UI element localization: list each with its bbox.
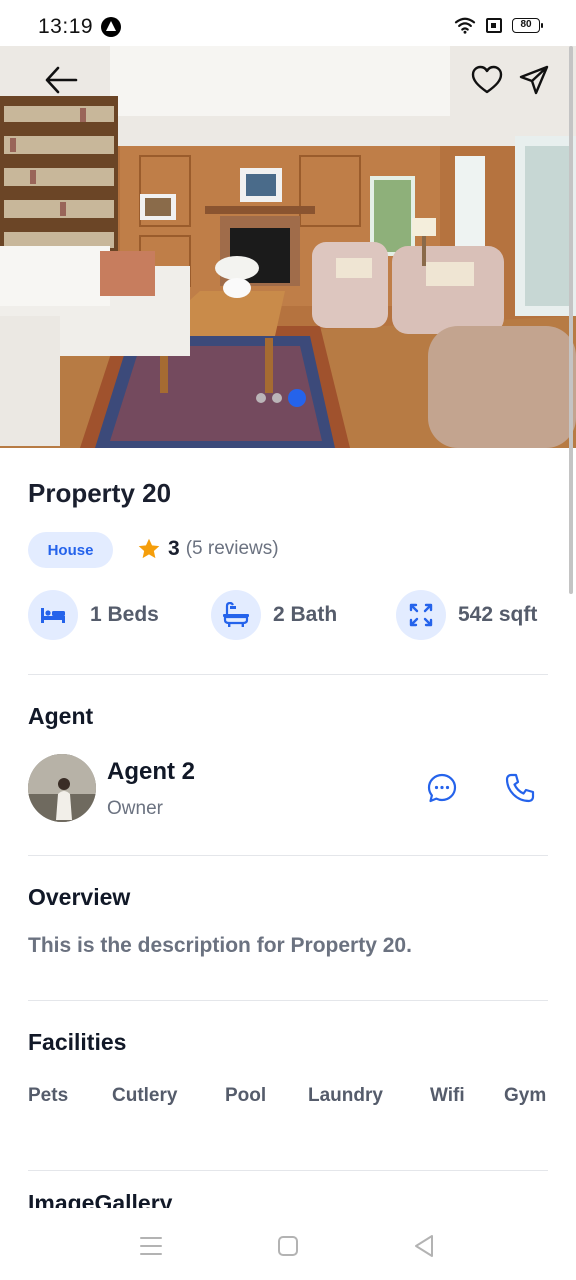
gallery-section: ImageGallery: [28, 1190, 328, 1208]
facility-item: Laundry: [308, 1085, 383, 1106]
baths-label: 2 Bath: [273, 603, 338, 626]
bathtub-icon: [211, 590, 261, 640]
star-icon: [138, 538, 160, 559]
menu-icon: [140, 1237, 162, 1255]
overview-section-title: Overview: [28, 884, 131, 910]
message-agent-button[interactable]: [424, 770, 460, 806]
avatar[interactable]: [28, 754, 96, 822]
area-spec: 542 sqft: [396, 590, 537, 640]
expand-icon: [396, 590, 446, 640]
carousel-dot[interactable]: [272, 393, 282, 403]
facility-item: Pool: [225, 1085, 267, 1106]
area-label: 542 sqft: [458, 603, 538, 626]
facility-item: Cutlery: [112, 1085, 178, 1106]
divider: [28, 674, 548, 675]
facility-item: Pets: [28, 1085, 69, 1106]
carousel-dot-active[interactable]: [288, 389, 306, 407]
beds-spec: 1 Beds: [28, 590, 159, 640]
bed-icon: [28, 590, 78, 640]
beds-label: 1 Beds: [90, 603, 159, 626]
gallery-section-title: ImageGallery: [28, 1190, 173, 1208]
call-agent-button[interactable]: [502, 770, 538, 806]
rating: 3 (5 reviews): [136, 536, 279, 562]
chat-bubble-icon: [427, 773, 457, 803]
status-indicators: 80: [454, 16, 543, 34]
agent-role: Owner: [107, 798, 163, 819]
page-title: Property 20: [28, 478, 172, 508]
overview-description: This is the description for Property 20.: [28, 934, 412, 957]
review-count[interactable]: (5 reviews): [186, 538, 279, 560]
send-icon: [519, 65, 549, 95]
facility-item: Gym: [504, 1085, 547, 1106]
arrow-left-icon: [45, 66, 78, 94]
property-specs: 1 Beds 2 Bath 542 sqft: [28, 590, 548, 642]
agent-section-title: Agent: [28, 703, 94, 729]
divider: [28, 855, 548, 856]
wifi-icon: [454, 17, 476, 34]
divider: [28, 1000, 548, 1001]
nav-home-button[interactable]: [268, 1226, 308, 1266]
share-button[interactable]: [512, 58, 556, 102]
phone-icon: [505, 773, 535, 803]
divider: [28, 1170, 548, 1171]
carousel-indicator: [256, 389, 306, 407]
sim-icon: [486, 17, 502, 33]
carousel-dot[interactable]: [256, 393, 266, 403]
battery-icon: 80: [512, 17, 543, 33]
property-photo: [0, 46, 576, 448]
app-notification-icon: [101, 17, 121, 37]
facilities-section-title: Facilities: [28, 1029, 127, 1055]
scrollbar[interactable]: [569, 46, 573, 594]
agent-name: Agent 2: [107, 758, 196, 785]
property-type-badge: House: [28, 532, 113, 568]
system-nav-bar: [0, 1208, 576, 1280]
property-image-carousel[interactable]: [0, 46, 576, 448]
status-bar: 13:19 80: [0, 0, 576, 46]
square-icon: [278, 1236, 298, 1256]
heart-icon: [471, 65, 503, 94]
favorite-button[interactable]: [465, 58, 509, 102]
facility-item: Wifi: [430, 1085, 465, 1106]
nav-menu-button[interactable]: [131, 1226, 171, 1266]
status-time: 13:19: [38, 15, 94, 38]
nav-back-button[interactable]: [404, 1226, 444, 1266]
triangle-back-icon: [415, 1235, 433, 1257]
back-button[interactable]: [39, 58, 83, 102]
baths-spec: 2 Bath: [211, 590, 337, 640]
rating-value: 3: [168, 537, 180, 560]
